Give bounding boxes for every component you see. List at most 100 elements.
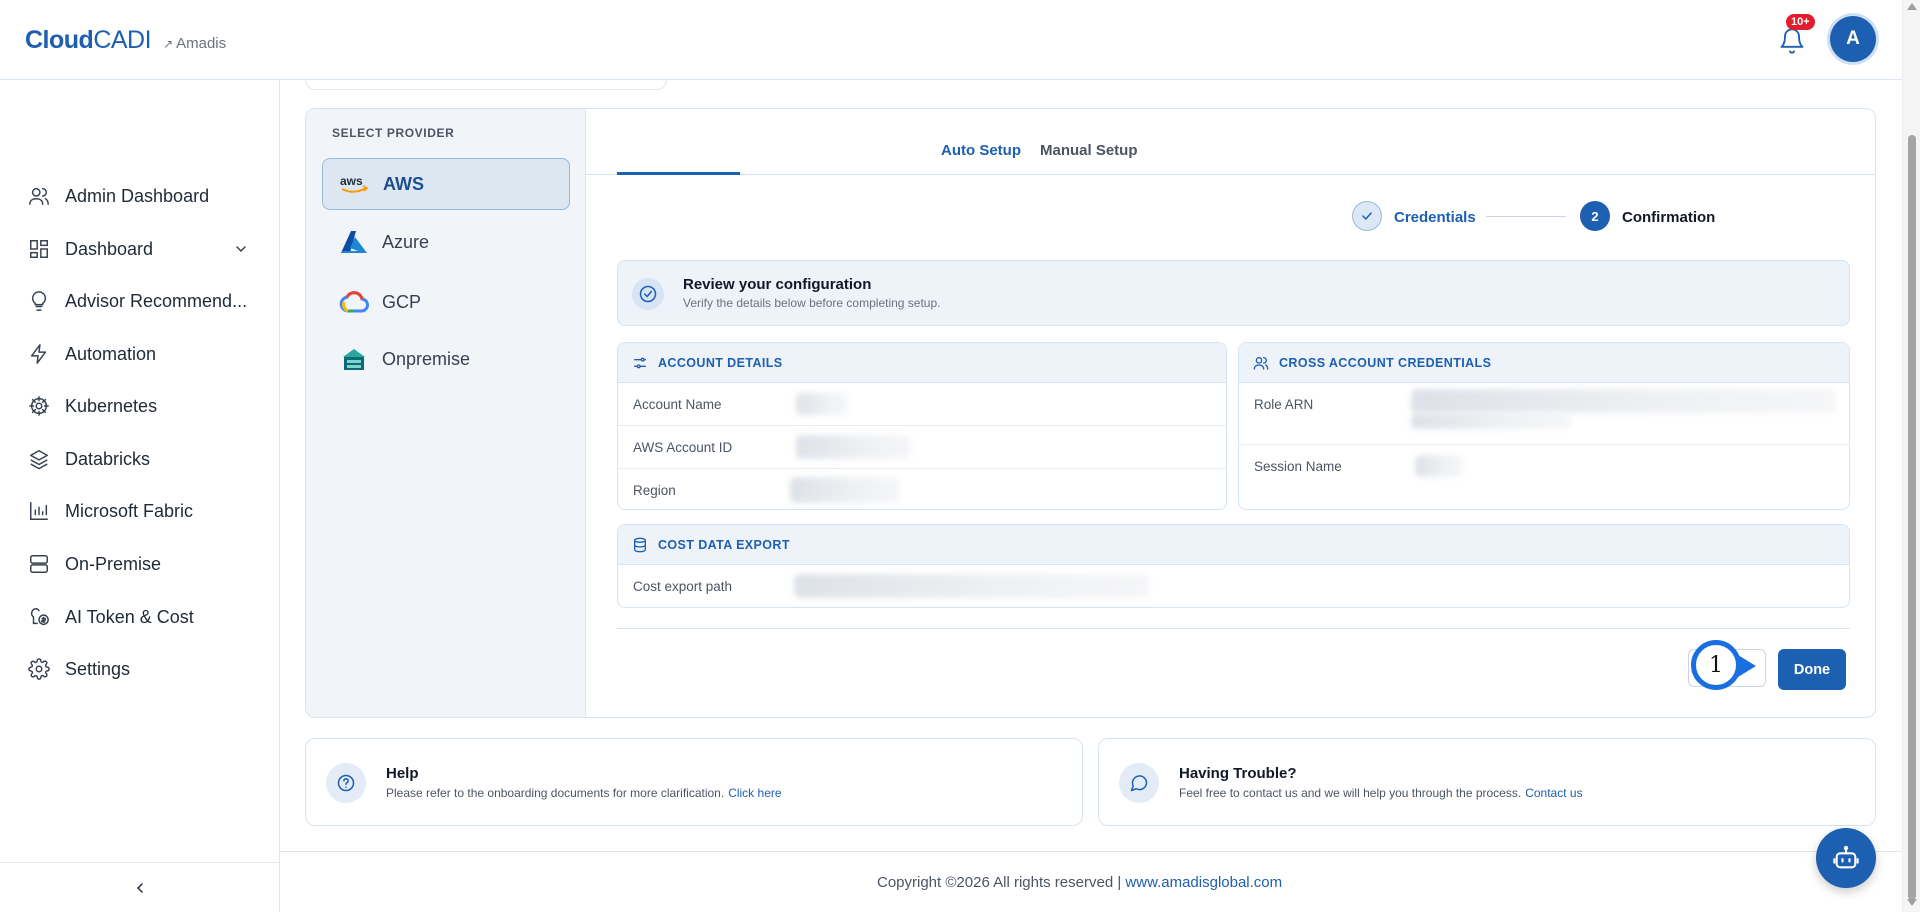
arrow-pointer-icon bbox=[1738, 655, 1756, 677]
dashboard-icon bbox=[30, 240, 48, 258]
help-card: Help Please refer to the onboarding docu… bbox=[305, 738, 1083, 826]
chevron-down-icon[interactable] bbox=[233, 241, 249, 257]
cost-export-panel: COST DATA EXPORT Cost export path bbox=[617, 524, 1850, 608]
provider-title: SELECT PROVIDER bbox=[332, 126, 455, 140]
gear-icon bbox=[28, 658, 50, 680]
provider-onpremise[interactable]: Onpremise bbox=[322, 333, 570, 385]
helm-icon bbox=[29, 396, 49, 416]
help-title: Help bbox=[386, 765, 419, 782]
svg-text:aws: aws bbox=[340, 174, 363, 188]
stepper: Credentials 2 Confirmation bbox=[1046, 201, 1715, 233]
provider-aws[interactable]: aws AWS bbox=[322, 158, 570, 210]
lightning-icon bbox=[30, 344, 47, 364]
redacted-value bbox=[796, 435, 911, 459]
detail-row: Account Name bbox=[618, 383, 1226, 426]
scroll-down-arrow[interactable] bbox=[1907, 899, 1917, 906]
detail-row: Session Name bbox=[1239, 445, 1849, 488]
row-label: Role ARN bbox=[1254, 397, 1314, 412]
review-banner: Review your configuration Verify the det… bbox=[617, 260, 1850, 326]
detail-row: AWS Account ID bbox=[618, 426, 1226, 469]
website-link[interactable]: www.amadisglobal.com bbox=[1125, 874, 1282, 891]
notification-badge: 10+ bbox=[1786, 14, 1815, 30]
sidebar-item-ai-token-cost[interactable]: AI Token & Cost bbox=[28, 602, 258, 632]
sidebar-item-databricks[interactable]: Databricks bbox=[28, 444, 258, 474]
sidebar-item-admin-dashboard[interactable]: Admin Dashboard bbox=[28, 181, 258, 211]
brand-name-light: CADI bbox=[93, 26, 152, 54]
row-label: Session Name bbox=[1254, 459, 1342, 474]
detail-row: Cost export path bbox=[618, 565, 1849, 607]
page-scrollbar[interactable] bbox=[1902, 0, 1920, 912]
sidebar-item-automation[interactable]: Automation bbox=[28, 339, 258, 369]
sidebar-item-dashboard[interactable]: Dashboard bbox=[28, 234, 258, 264]
sidebar-item-label: Microsoft Fabric bbox=[65, 500, 194, 521]
chatbot-button[interactable] bbox=[1816, 828, 1876, 888]
top-bar: Cloud CADI ↗ Amadis 10+ A bbox=[0, 0, 1902, 80]
org-label: Amadis bbox=[176, 35, 227, 52]
sidebar-item-settings[interactable]: Settings bbox=[28, 654, 258, 684]
account-details-panel: ACCOUNT DETAILS Account Name AWS Account… bbox=[617, 342, 1227, 510]
help-text: Please refer to the onboarding documents… bbox=[386, 786, 782, 800]
sidebar-item-advisor-recommendations[interactable]: Advisor Recommend... bbox=[28, 286, 258, 316]
step-number: 2 bbox=[1580, 201, 1610, 231]
click-here-link[interactable]: Click here bbox=[728, 786, 781, 800]
provider-label: Azure bbox=[382, 231, 430, 252]
bar-chart-icon bbox=[30, 502, 48, 520]
ai-cost-icon bbox=[30, 608, 49, 626]
provider-column: SELECT PROVIDER aws AWS Azure GCP Onprem… bbox=[306, 109, 586, 717]
provider-azure[interactable]: Azure bbox=[322, 216, 570, 268]
cross-account-panel: CROSS ACCOUNT CREDENTIALS Role ARN Sessi… bbox=[1238, 342, 1850, 510]
sidebar-item-on-premise[interactable]: On-Premise bbox=[28, 549, 258, 579]
sidebar: Admin Dashboard Dashboard Advisor Recomm… bbox=[0, 80, 280, 912]
question-icon bbox=[326, 763, 366, 803]
row-label: Region bbox=[633, 483, 676, 498]
sidebar-item-label: Dashboard bbox=[65, 238, 154, 259]
review-subtitle: Verify the details below before completi… bbox=[683, 296, 941, 310]
provider-label: AWS bbox=[383, 173, 425, 194]
tab-manual-setup[interactable]: Manual Setup bbox=[1040, 142, 1138, 159]
redacted-value bbox=[1411, 413, 1571, 429]
scroll-up-arrow[interactable] bbox=[1907, 3, 1917, 10]
contact-us-link[interactable]: Contact us bbox=[1525, 786, 1582, 800]
setup-tabs: Auto Setup Manual Setup bbox=[586, 109, 1875, 175]
chat-icon bbox=[1119, 763, 1159, 803]
brand-logo[interactable]: Cloud CADI ↗ Amadis bbox=[25, 26, 226, 55]
step-connector bbox=[1486, 216, 1566, 217]
panel-title: COST DATA EXPORT bbox=[658, 537, 790, 552]
step-label-confirmation: Confirmation bbox=[1622, 209, 1716, 226]
sidebar-item-label: Automation bbox=[65, 343, 157, 364]
lightbulb-icon bbox=[31, 291, 47, 311]
sidebar-collapse-button[interactable] bbox=[0, 862, 280, 912]
done-button[interactable]: Done bbox=[1778, 649, 1846, 690]
trouble-title: Having Trouble? bbox=[1179, 765, 1297, 782]
active-tab-indicator bbox=[617, 172, 740, 175]
trouble-description: Feel free to contact us and we will help… bbox=[1179, 786, 1522, 800]
row-label: Account Name bbox=[633, 397, 722, 412]
row-label: Cost export path bbox=[633, 579, 733, 594]
users-icon bbox=[1253, 356, 1269, 370]
sidebar-item-label: Databricks bbox=[65, 448, 151, 469]
sidebar-item-label: Admin Dashboard bbox=[65, 185, 210, 206]
detail-row: Role ARN bbox=[1239, 383, 1849, 445]
scroll-thumb[interactable] bbox=[1908, 135, 1916, 900]
divider bbox=[617, 628, 1850, 629]
step-marker: 1 bbox=[1691, 640, 1741, 690]
sidebar-item-label: Advisor Recommend... bbox=[65, 290, 248, 311]
aws-icon: aws bbox=[339, 170, 371, 198]
bell-icon[interactable] bbox=[1778, 27, 1806, 55]
gcp-icon bbox=[338, 288, 370, 316]
trouble-card: Having Trouble? Feel free to contact us … bbox=[1098, 738, 1876, 826]
footer-text: Copyright ©2026 All rights reserved | ww… bbox=[877, 874, 1282, 891]
provider-gcp[interactable]: GCP bbox=[322, 276, 570, 328]
avatar[interactable]: A bbox=[1830, 16, 1876, 62]
sliders-icon bbox=[634, 357, 646, 368]
sidebar-item-microsoft-fabric[interactable]: Microsoft Fabric bbox=[28, 496, 258, 526]
database-icon bbox=[634, 537, 646, 552]
users-icon bbox=[29, 187, 49, 205]
redacted-value bbox=[794, 574, 1149, 598]
trouble-text: Feel free to contact us and we will help… bbox=[1179, 786, 1583, 800]
org-name: ↗ Amadis bbox=[163, 35, 226, 52]
tab-auto-setup[interactable]: Auto Setup bbox=[941, 142, 1021, 159]
panel-header: ACCOUNT DETAILS bbox=[618, 343, 1226, 383]
sidebar-item-kubernetes[interactable]: Kubernetes bbox=[28, 391, 258, 421]
layers-icon bbox=[30, 450, 48, 470]
